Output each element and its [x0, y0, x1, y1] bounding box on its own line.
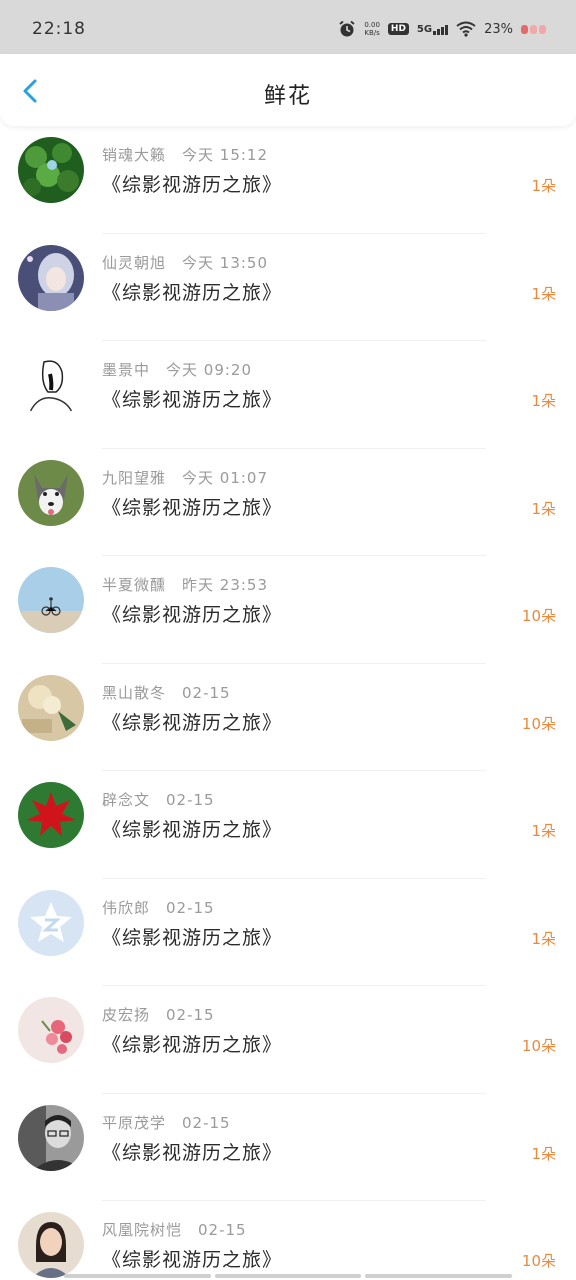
status-icons: 0.00 KB/s HD 5G 23% [338, 17, 546, 41]
flower-count: 1朵 [531, 177, 556, 195]
item-time: 02-15 [166, 898, 215, 917]
page-title: 鲜花 [263, 84, 312, 109]
user-name[interactable]: 皮宏扬 [102, 1006, 150, 1024]
item-meta: 平原茂学 02-15 [102, 1112, 231, 1133]
item-time: 02-15 [182, 1113, 231, 1132]
book-title[interactable]: 《综影视游历之旅》 [102, 600, 282, 627]
list-item[interactable]: 仙灵朝旭 今天 13:50 《综影视游历之旅》 1朵 [0, 234, 576, 341]
hd-badge: HD [387, 23, 409, 35]
flower-count: 1朵 [531, 499, 556, 518]
avatar-clover[interactable] [18, 137, 84, 203]
list-item[interactable]: 黑山散冬 02-15 《综影视游历之旅》 10朵 [0, 664, 576, 771]
list-item[interactable]: 半夏微醺 昨天 23:53 《综影视游历之旅》 10朵 [0, 556, 576, 664]
user-name[interactable]: 平原茂学 [102, 1114, 166, 1132]
item-time: 02-15 [166, 1006, 215, 1024]
item-meta: 风凰院树恺 02-15 [102, 1219, 247, 1240]
list-item[interactable]: 墨景中 今天 09:20 《综影视游历之旅》 1朵 [0, 341, 576, 449]
item-meta: 仙灵朝旭 今天 13:50 [102, 252, 268, 273]
battery-percent: 23% [484, 21, 513, 37]
avatar-bw-portrait[interactable] [18, 1104, 84, 1171]
flower-count: 1朵 [531, 929, 556, 948]
avatar-girl-portrait[interactable] [18, 1212, 84, 1278]
flower-count: 1朵 [531, 1144, 556, 1163]
status-bar: 22:18 0.00 KB/s HD 5G 23% [0, 0, 576, 54]
user-name[interactable]: 九阳望雅 [102, 469, 166, 487]
flower-count: 10朵 [521, 1252, 556, 1270]
item-time: 今天 13:50 [182, 253, 269, 272]
item-time: 昨天 23:53 [182, 576, 269, 594]
book-title[interactable]: 《综影视游历之旅》 [102, 493, 282, 520]
avatar-sketch[interactable] [18, 352, 84, 418]
item-meta: 伟欣郎 02-15 [102, 897, 215, 918]
list-item[interactable]: 皮宏扬 02-15 《综影视游历之旅》 10朵 [0, 986, 576, 1094]
avatar-anime-girl[interactable] [18, 244, 84, 311]
flower-count: 10朵 [521, 714, 556, 733]
flower-count: 1朵 [531, 822, 556, 840]
book-title[interactable]: 《综影视游历之旅》 [102, 923, 282, 950]
status-time: 22:18 [32, 19, 86, 39]
item-time: 今天 15:12 [182, 146, 269, 164]
flower-count: 10朵 [521, 1037, 556, 1055]
battery-icon [521, 24, 546, 34]
list-item[interactable]: 辟念文 02-15 《综影视游历之旅》 1朵 [0, 771, 576, 879]
avatar-qq-default[interactable] [18, 889, 84, 956]
user-name[interactable]: 半夏微醺 [102, 576, 166, 594]
network-type: 5G [416, 23, 433, 35]
item-time: 02-15 [182, 683, 231, 702]
item-meta: 墨景中 今天 09:20 [102, 359, 252, 380]
list-item[interactable]: 平原茂学 02-15 《综影视游历之旅》 1朵 [0, 1094, 576, 1201]
item-meta: 半夏微醺 昨天 23:53 [102, 574, 268, 595]
item-time: 02-15 [166, 791, 215, 809]
list-item[interactable]: 风凰院树恺 02-15 《综影视游历之旅》 10朵 [0, 1201, 576, 1280]
book-title[interactable]: 《综影视游历之旅》 [102, 278, 282, 305]
book-title[interactable]: 《综影视游历之旅》 [102, 708, 282, 735]
item-meta: 黑山散冬 02-15 [102, 682, 231, 703]
signal-icon: 5G [416, 23, 449, 35]
user-name[interactable]: 伟欣郎 [102, 899, 150, 917]
flower-count: 1朵 [531, 392, 556, 410]
book-title[interactable]: 《综影视游历之旅》 [102, 385, 282, 412]
user-name[interactable]: 销魂大籁 [102, 146, 166, 164]
avatar-husky[interactable] [18, 459, 84, 526]
user-name[interactable]: 风凰院树恺 [102, 1221, 182, 1239]
speed-unit: KB/s [364, 29, 380, 37]
item-meta: 销魂大籁 今天 15:12 [102, 144, 268, 165]
avatar-flowers-beige[interactable] [18, 674, 84, 741]
item-time: 02-15 [198, 1221, 247, 1239]
user-name[interactable]: 仙灵朝旭 [102, 254, 166, 272]
flower-count: 1朵 [531, 284, 556, 303]
book-title[interactable]: 《综影视游历之旅》 [102, 170, 282, 197]
list-item[interactable]: 伟欣郎 02-15 《综影视游历之旅》 1朵 [0, 879, 576, 986]
avatar-red-leaf[interactable] [18, 782, 84, 848]
flower-count: 10朵 [521, 607, 556, 625]
user-name[interactable]: 辟念文 [102, 791, 150, 809]
book-title[interactable]: 《综影视游历之旅》 [102, 1245, 282, 1272]
list-item[interactable]: 销魂大籁 今天 15:12 《综影视游历之旅》 1朵 [0, 126, 576, 234]
speed-value: 0.00 [364, 21, 380, 29]
wifi-icon [456, 21, 476, 37]
avatar-pink-flowers[interactable] [18, 997, 84, 1063]
user-name[interactable]: 墨景中 [102, 361, 150, 379]
item-meta: 皮宏扬 02-15 [102, 1004, 215, 1025]
flower-list: 销魂大籁 今天 15:12 《综影视游历之旅》 1朵 仙灵朝旭 今天 13:50 《… [0, 126, 576, 1280]
nav-bar: 鲜花 [0, 54, 576, 126]
home-indicator[interactable] [64, 1274, 513, 1278]
alarm-icon [339, 20, 355, 37]
list-item[interactable]: 九阳望雅 今天 01:07 《综影视游历之旅》 1朵 [0, 449, 576, 556]
item-meta: 辟念文 02-15 [102, 789, 215, 810]
book-title[interactable]: 《综影视游历之旅》 [102, 1030, 282, 1057]
item-time: 今天 01:07 [182, 468, 269, 487]
user-name[interactable]: 黑山散冬 [102, 684, 166, 702]
item-meta: 九阳望雅 今天 01:07 [102, 467, 268, 488]
network-speed: 0.00 KB/s [364, 21, 380, 37]
avatar-cyclist[interactable] [18, 567, 84, 633]
item-time: 今天 09:20 [166, 361, 253, 379]
book-title[interactable]: 《综影视游历之旅》 [102, 1138, 282, 1165]
book-title[interactable]: 《综影视游历之旅》 [102, 815, 282, 842]
